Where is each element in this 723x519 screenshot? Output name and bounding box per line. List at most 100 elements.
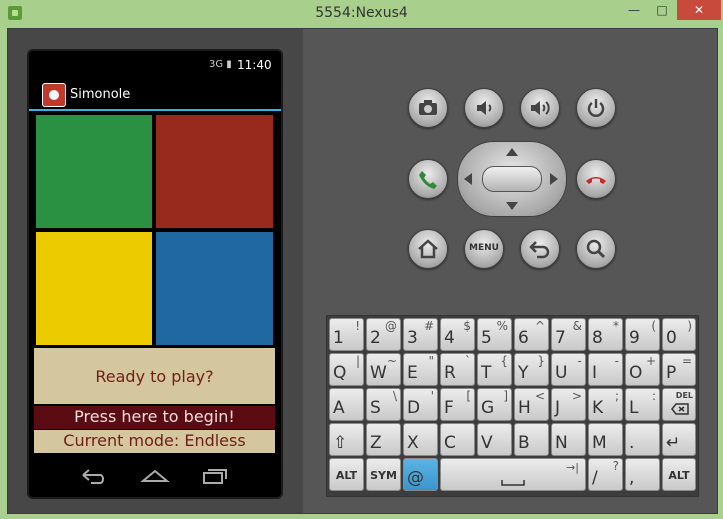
key-v[interactable]: V [477,423,512,456]
key-a[interactable]: A [329,388,364,421]
comma-key[interactable]: , [625,458,660,491]
maximize-button[interactable]: □ [650,0,674,20]
space-key[interactable]: →| [440,458,586,491]
at-key[interactable]: @ [403,458,438,491]
nav-recent-icon[interactable] [200,465,230,485]
nav-back-icon[interactable] [79,465,109,485]
key-i[interactable]: I- [588,353,623,386]
dpad-center-button[interactable] [482,166,542,192]
key-h[interactable]: H < [514,388,549,421]
end-call-button[interactable] [576,159,616,199]
key-u[interactable]: U- [551,353,586,386]
key-4[interactable]: 4 $ [440,318,475,351]
enter-key[interactable]: ↵ [662,423,696,456]
power-button[interactable] [576,88,616,128]
space-bar-icon [501,480,525,486]
key-w[interactable]: W ~ [366,353,401,386]
backspace-icon [671,403,689,415]
red-tile[interactable] [156,115,273,228]
ready-text: Ready to play? [95,367,214,386]
key-s[interactable]: S \ [366,388,401,421]
menu-label: MENU [469,243,499,253]
ready-panel: Ready to play? [34,348,275,404]
key-k[interactable]: K; [588,388,623,421]
keyboard: 1! 2 @ 3 # 4 $ 5% 6 ^ 7 & 8 * 9( 0) Q | W ~ E " R… [326,315,699,497]
volume-down-icon [477,101,492,115]
alt-key-right[interactable]: ALT [662,458,696,491]
status-clock: 11:40 [237,58,272,72]
key-f[interactable]: F[ [440,388,475,421]
key-0[interactable]: 0) [662,318,696,351]
delete-key[interactable]: DEL [662,388,696,421]
search-button[interactable] [576,229,616,269]
key-m[interactable]: M [588,423,623,456]
camera-icon [419,100,437,115]
key-p[interactable]: P = [662,353,696,386]
key-e[interactable]: E " [403,353,438,386]
shift-key[interactable]: ⇧ [329,423,364,456]
key-9[interactable]: 9( [625,318,660,351]
key-2[interactable]: 2 @ [366,318,401,351]
home-icon [418,239,438,259]
sym-key[interactable]: SYM [366,458,401,491]
alt-key-left[interactable]: ALT [329,458,364,491]
app-title: Simonole [70,87,131,102]
yellow-tile[interactable] [36,232,152,345]
dpad[interactable] [457,141,567,217]
minimize-button[interactable]: — [622,0,646,20]
key-o[interactable]: O + [625,353,660,386]
key-j[interactable]: J > [551,388,586,421]
key-7[interactable]: 7 & [551,318,586,351]
key-8[interactable]: 8 * [588,318,623,351]
key-3[interactable]: 3 # [403,318,438,351]
dpad-right-icon[interactable] [550,173,558,185]
green-tile[interactable] [36,115,152,228]
slash-key[interactable]: /? [588,458,623,491]
dpad-up-icon[interactable] [506,148,518,156]
key-c[interactable]: C [440,423,475,456]
back-button[interactable] [520,229,560,269]
app-logo-icon[interactable] [42,83,66,107]
search-icon [586,239,606,259]
key-b[interactable]: B [514,423,549,456]
emulator-screen-area: 3G ▮ 11:40 Simonole Ready to play? Press… [8,29,303,513]
phone-screen: 3G ▮ 11:40 Simonole Ready to play? Press… [27,49,283,499]
key-t[interactable]: T{ [477,353,512,386]
key-6[interactable]: 6 ^ [514,318,549,351]
home-button[interactable] [408,229,448,269]
key-period[interactable]: . [625,423,660,456]
close-button[interactable]: ✕ [677,0,721,20]
key-d[interactable]: D ' [403,388,438,421]
camera-button[interactable] [408,88,448,128]
key-q[interactable]: Q | [329,353,364,386]
key-1[interactable]: 1! [329,318,364,351]
nav-bar [29,457,281,493]
dpad-left-icon[interactable] [464,173,472,185]
key-l[interactable]: L: [625,388,660,421]
emulator-body: 3G ▮ 11:40 Simonole Ready to play? Press… [7,28,718,514]
menu-button[interactable]: MENU [464,229,504,269]
key-r[interactable]: R ` [440,353,475,386]
nav-home-icon[interactable] [140,465,170,485]
dpad-down-icon[interactable] [506,202,518,210]
window-title-bar: 5554:Nexus4 — □ ✕ [0,0,723,28]
call-icon [419,171,437,189]
mode-label[interactable]: Current mode: Endless [34,430,275,453]
key-y[interactable]: Y} [514,353,549,386]
blue-tile[interactable] [156,232,273,345]
key-g[interactable]: G] [477,388,512,421]
volume-down-button[interactable] [464,88,504,128]
enter-icon: ↵ [666,433,681,453]
status-bar: 3G ▮ 11:40 [29,51,281,77]
key-5[interactable]: 5% [477,318,512,351]
begin-button[interactable]: Press here to begin! [34,406,275,429]
key-x[interactable]: X [403,423,438,456]
back-icon [529,241,550,259]
volume-up-button[interactable] [520,88,560,128]
end-call-icon [586,177,606,184]
signal-battery-icons: 3G ▮ [209,59,232,70]
key-n[interactable]: N [551,423,586,456]
action-bar: Simonole [29,77,281,111]
call-button[interactable] [408,159,448,199]
key-z[interactable]: Z [366,423,401,456]
